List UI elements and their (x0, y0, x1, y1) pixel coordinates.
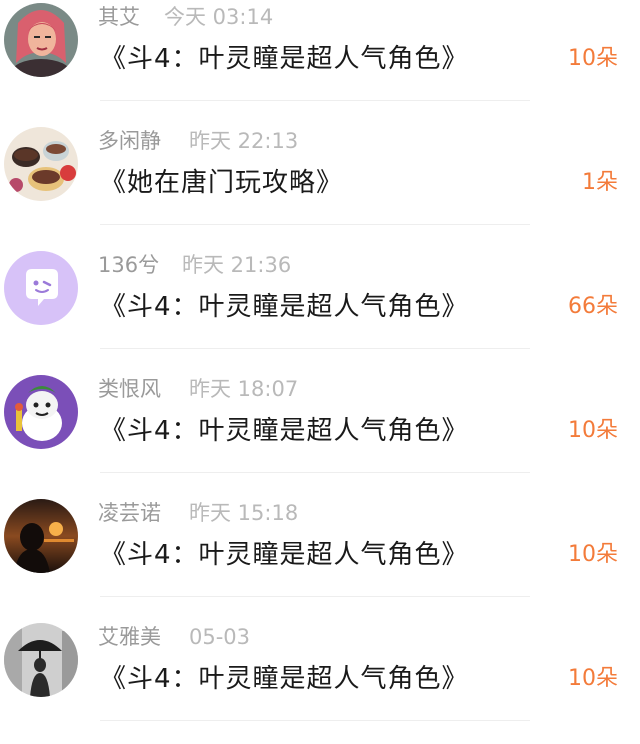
timestamp: 昨天 15:18 (189, 501, 299, 525)
default-chat-avatar-icon[interactable] (4, 251, 78, 325)
umbrella-figure-avatar-icon[interactable] (4, 623, 78, 697)
gift-record-list: 其艾 今天 03:14 《斗4：叶灵瞳是超人气角色》 10朵 多闲静 昨天 22… (0, 0, 640, 731)
list-item[interactable]: 类恨风 昨天 18:07 《斗4：叶灵瞳是超人气角色》 10朵 (0, 372, 640, 496)
cartoon-character-avatar-icon[interactable] (4, 375, 78, 449)
username: 艾雅美 (98, 625, 161, 649)
timestamp: 昨天 18:07 (189, 377, 299, 401)
list-item[interactable]: 其艾 今天 03:14 《斗4：叶灵瞳是超人气角色》 10朵 (0, 0, 640, 124)
timestamp: 05-03 (189, 625, 251, 649)
list-item[interactable]: 多闲静 昨天 22:13 《她在唐门玩攻略》 1朵 (0, 124, 640, 248)
list-item[interactable]: 凌芸诺 昨天 15:18 《斗4：叶灵瞳是超人气角色》 10朵 (0, 496, 640, 620)
username: 多闲静 (98, 129, 161, 153)
book-title: 《斗4：叶灵瞳是超人气角色》 (100, 292, 469, 322)
book-title: 《斗4：叶灵瞳是超人气角色》 (100, 664, 469, 694)
gift-count: 10朵 (568, 418, 618, 443)
teacups-avatar-icon[interactable] (4, 127, 78, 201)
divider (100, 100, 530, 101)
book-title: 《斗4：叶灵瞳是超人气角色》 (100, 44, 469, 74)
gift-count: 10朵 (568, 542, 618, 567)
divider (100, 720, 530, 721)
list-item[interactable]: 艾雅美 05-03 《斗4：叶灵瞳是超人气角色》 10朵 (0, 620, 640, 744)
divider (100, 472, 530, 473)
book-title: 《斗4：叶灵瞳是超人气角色》 (100, 416, 469, 446)
gift-count: 10朵 (568, 666, 618, 691)
gift-count: 66朵 (568, 294, 618, 319)
sunset-silhouette-avatar-icon[interactable] (4, 499, 78, 573)
username: 其艾 (98, 5, 140, 29)
book-title: 《斗4：叶灵瞳是超人气角色》 (100, 540, 469, 570)
divider (100, 224, 530, 225)
divider (100, 596, 530, 597)
timestamp: 昨天 21:36 (182, 253, 292, 277)
timestamp: 昨天 22:13 (189, 129, 299, 153)
divider (100, 348, 530, 349)
username: 凌芸诺 (98, 501, 161, 525)
anime-woman-avatar-icon[interactable] (4, 3, 78, 77)
book-title: 《她在唐门玩攻略》 (100, 168, 344, 198)
gift-count: 1朵 (582, 170, 618, 195)
username: 类恨风 (98, 377, 161, 401)
username: 136兮 (98, 253, 160, 277)
list-item[interactable]: 136兮 昨天 21:36 《斗4：叶灵瞳是超人气角色》 66朵 (0, 248, 640, 372)
timestamp: 今天 03:14 (164, 5, 274, 29)
gift-count: 10朵 (568, 46, 618, 71)
